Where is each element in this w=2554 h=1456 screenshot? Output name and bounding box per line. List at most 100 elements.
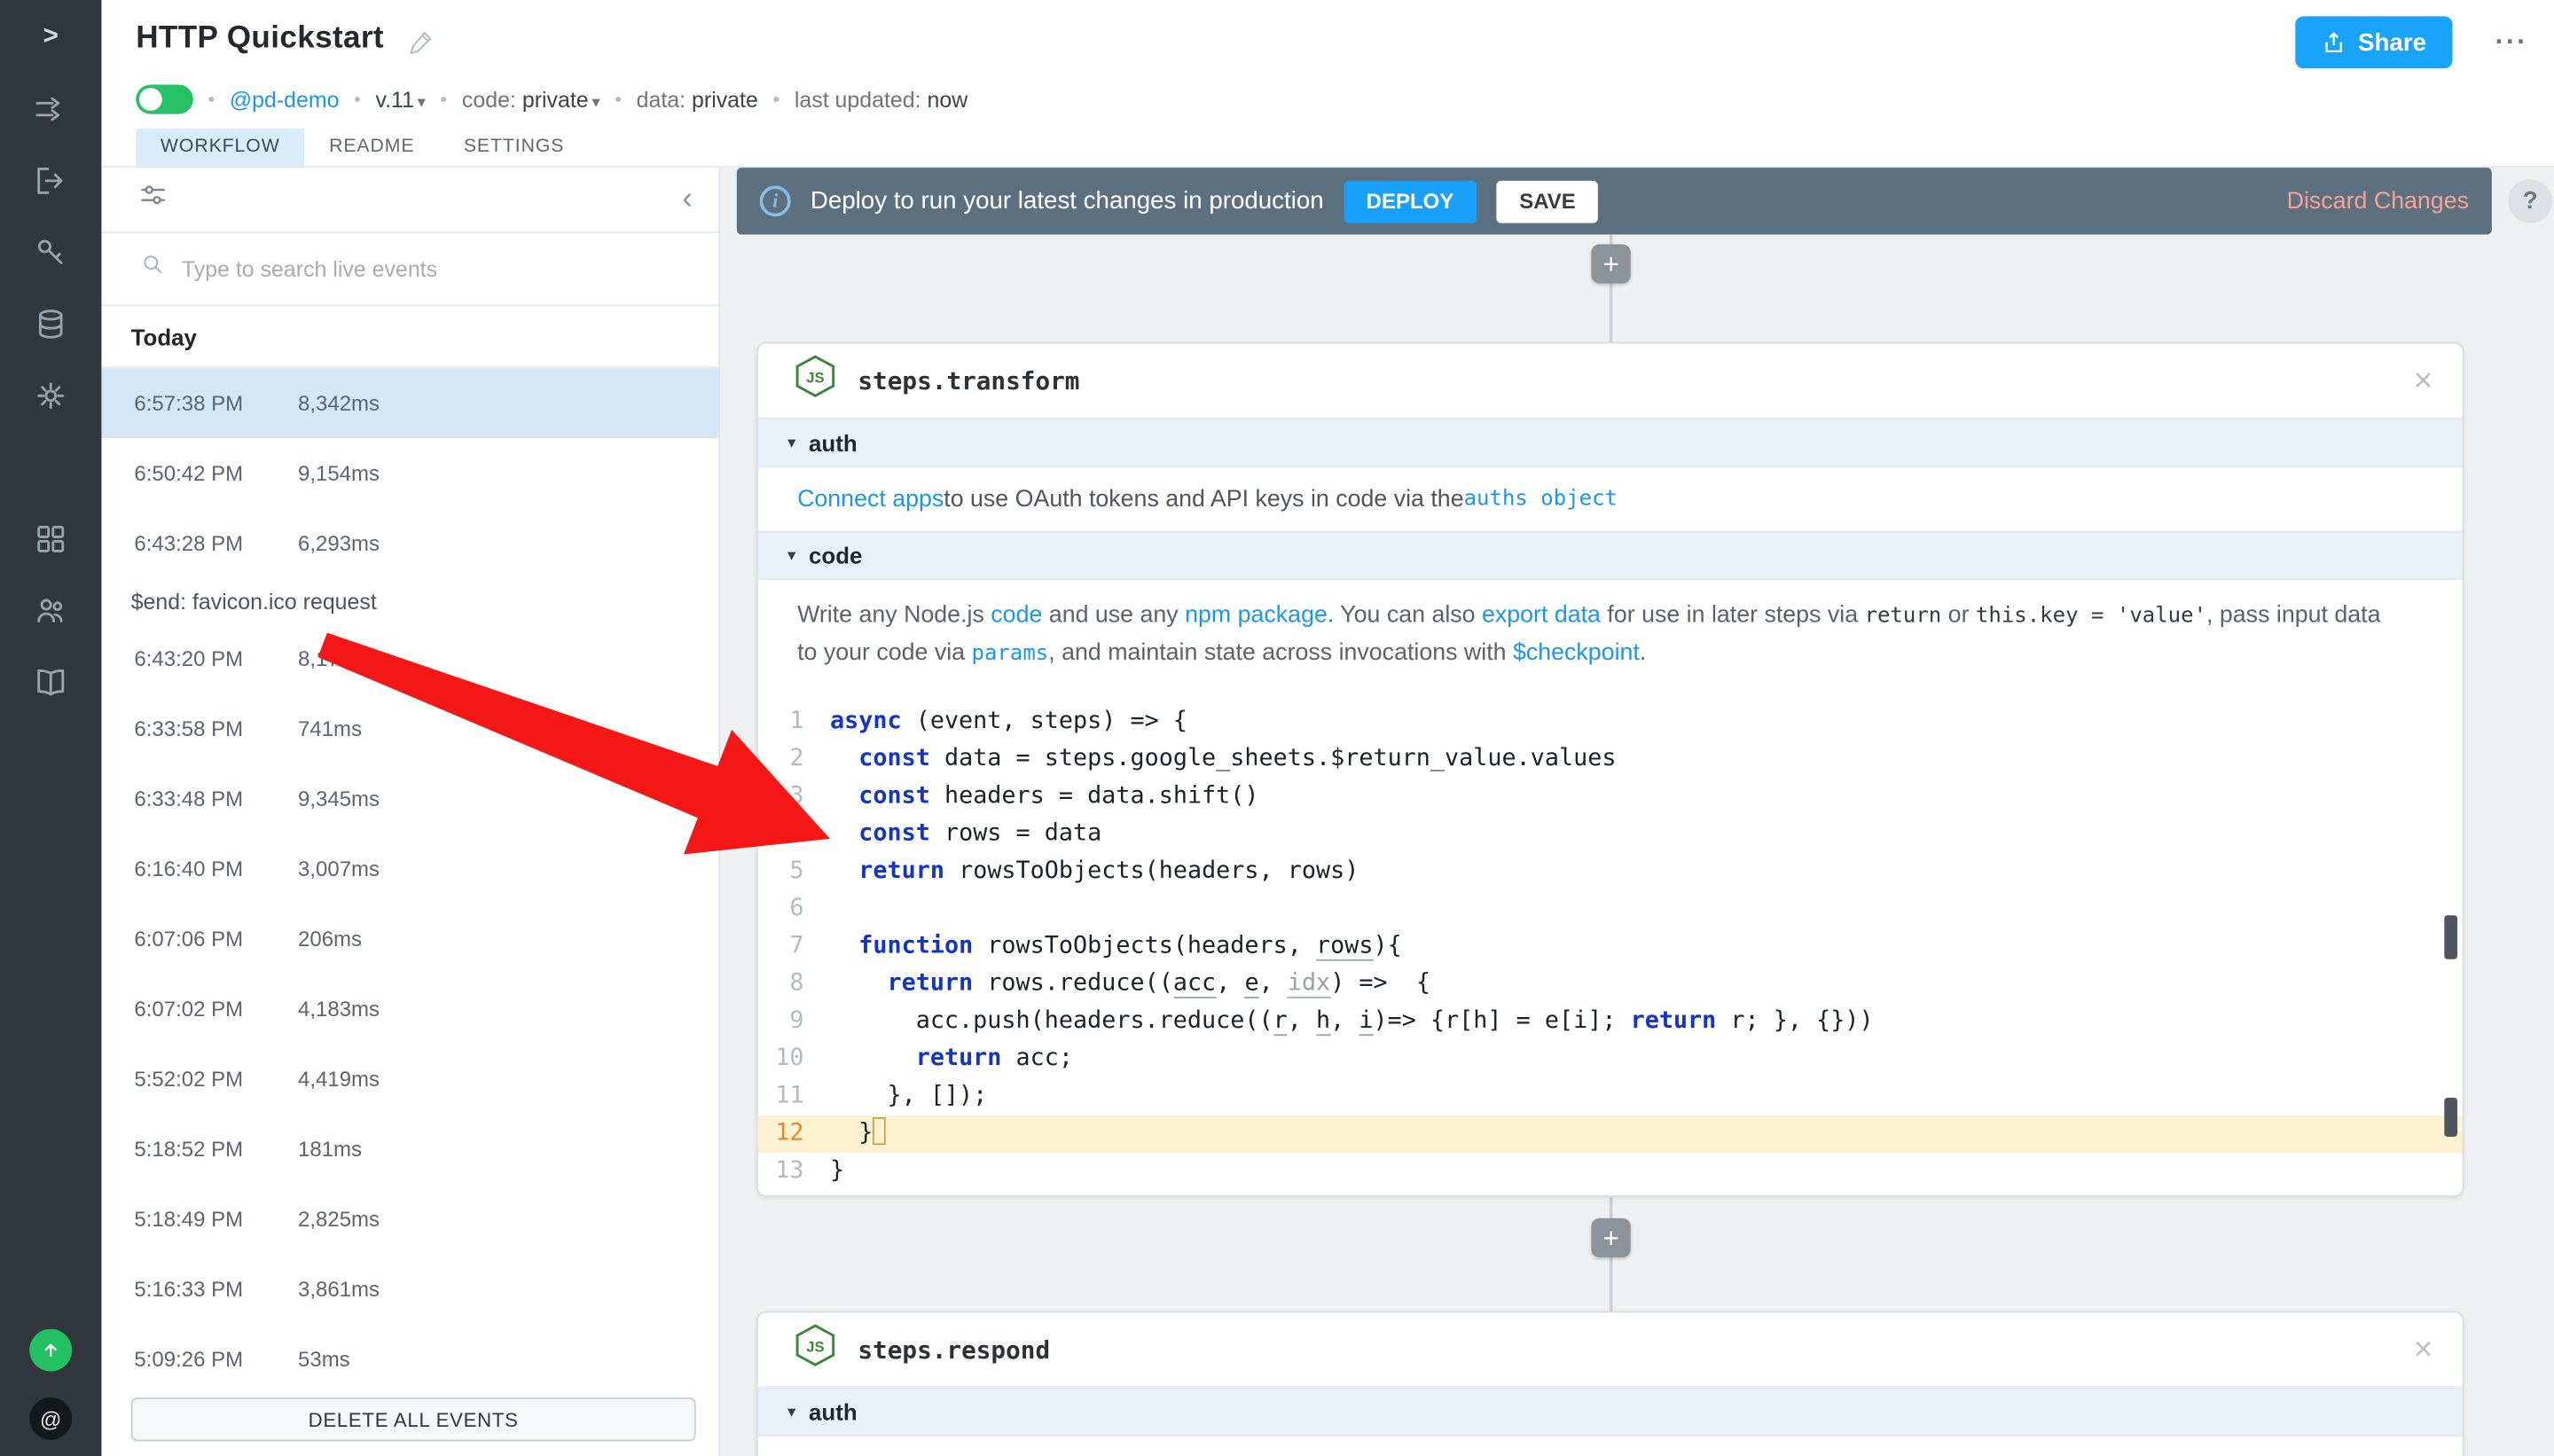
event-row[interactable]: 6:16:40 PM3,007ms: [101, 834, 718, 904]
search-input[interactable]: [182, 256, 693, 281]
auth-section-toggle[interactable]: ▾ auth: [758, 1388, 2463, 1436]
event-row[interactable]: 6:07:06 PM206ms: [101, 904, 718, 974]
event-row[interactable]: 5:52:02 PM4,419ms: [101, 1044, 718, 1114]
collapse-panel-icon[interactable]: ‹: [682, 184, 693, 215]
book-icon[interactable]: [27, 658, 75, 707]
edit-title-icon[interactable]: [407, 27, 435, 63]
database-icon[interactable]: [27, 300, 75, 348]
event-row[interactable]: 6:43:28 PM6,293ms: [101, 508, 718, 578]
code-line: 7 function rowsToObjects(headers, rows){: [758, 928, 2463, 966]
overflow-menu-icon[interactable]: ···: [2495, 26, 2528, 59]
scrollbar-thumb[interactable]: [2444, 915, 2457, 959]
dot-separator: •: [441, 88, 448, 111]
event-row[interactable]: 6:33:58 PM741ms: [101, 693, 718, 763]
workflow-active-toggle[interactable]: [136, 85, 193, 114]
workflow-canvas: i Deploy to run your latest changes in p…: [720, 168, 2554, 1456]
discard-changes-link[interactable]: Discard Changes: [2287, 188, 2469, 214]
delete-all-events-button[interactable]: DELETE ALL EVENTS: [131, 1397, 696, 1442]
last-updated-label: last updated: now: [795, 87, 968, 112]
step-title: steps.transform: [858, 365, 1079, 395]
step-card-transform: JS steps.transform × ▾ auth Connect apps…: [756, 342, 2464, 1197]
app-sidebar: > @: [0, 0, 101, 1456]
code-line: 2 const data = steps.google_sheets.$retu…: [758, 741, 2463, 779]
code-editor[interactable]: 1async (event, steps) => {2 const data =…: [758, 691, 2463, 1197]
close-icon[interactable]: ×: [2414, 364, 2433, 397]
code-line: 10 return acc;: [758, 1041, 2463, 1078]
event-row[interactable]: 6:57:38 PM8,342ms: [101, 368, 718, 438]
add-step-button[interactable]: +: [1591, 1218, 1630, 1257]
chevron-down-icon: ▾: [787, 434, 795, 451]
event-row[interactable]: 6:43:20 PM8,173ms: [101, 623, 718, 693]
code-line: 4 const rows = data: [758, 816, 2463, 853]
info-icon: i: [760, 185, 791, 216]
mentions-icon[interactable]: @: [29, 1397, 72, 1440]
event-row[interactable]: 5:18:52 PM181ms: [101, 1114, 718, 1184]
data-privacy-label: data: private: [637, 87, 758, 112]
code-line: 12 }: [758, 1115, 2463, 1153]
tab-workflow[interactable]: WORKFLOW: [136, 129, 304, 166]
event-row[interactable]: 6:07:02 PM4,183ms: [101, 974, 718, 1044]
code-section-toggle[interactable]: ▾ code: [758, 531, 2463, 580]
deploy-banner-message: Deploy to run your latest changes in pro…: [811, 187, 1324, 215]
workflow-header: HTTP Quickstart Share ··· • @pd-demo • v…: [101, 0, 2554, 168]
tab-readme[interactable]: README: [304, 129, 439, 166]
code-privacy-selector[interactable]: code: private▾: [462, 87, 600, 112]
app-window: > @ HTTP Qui: [0, 0, 2554, 1456]
event-group-header: Today: [101, 306, 718, 368]
version-selector[interactable]: v.11▾: [376, 87, 426, 112]
scrollbar-thumb[interactable]: [2444, 1098, 2457, 1137]
event-row[interactable]: 5:16:33 PM3,861ms: [101, 1254, 718, 1324]
code-line: 5 return rowsToObjects(headers, rows): [758, 853, 2463, 890]
deploy-status-icon[interactable]: [29, 1329, 72, 1372]
code-line: 9 acc.push(headers.reduce((r, h, i)=> {r…: [758, 1003, 2463, 1040]
dot-separator: •: [615, 88, 622, 111]
sign-out-icon[interactable]: [27, 156, 75, 205]
chevron-down-icon: ▾: [591, 94, 599, 112]
share-button[interactable]: Share: [2296, 16, 2453, 68]
code-editor-lines: 1async (event, steps) => {2 const data =…: [758, 703, 2463, 1190]
code-line: 3 const headers = data.shift(): [758, 779, 2463, 816]
step-title: steps.respond: [858, 1335, 1050, 1364]
code-line: 13}: [758, 1153, 2463, 1190]
add-step-button[interactable]: +: [1591, 245, 1630, 284]
filter-icon[interactable]: [137, 180, 168, 219]
workflow-meta-row: • @pd-demo • v.11▾ • code: private▾ • da…: [101, 78, 2554, 121]
sources-icon[interactable]: [27, 85, 75, 134]
editor-scrollbar[interactable]: [2444, 691, 2457, 1197]
code-description: Write any Node.js code and use any npm p…: [758, 580, 2463, 691]
help-button[interactable]: ?: [2508, 179, 2552, 223]
grid-icon[interactable]: [27, 514, 75, 563]
page-title: HTTP Quickstart: [136, 21, 384, 57]
event-row[interactable]: 6:50:42 PM9,154ms: [101, 438, 718, 508]
dot-separator: •: [772, 88, 780, 111]
dot-separator: •: [208, 88, 215, 111]
main-tabs: WORKFLOW README SETTINGS: [136, 129, 589, 166]
event-row[interactable]: 5:18:49 PM2,825ms: [101, 1184, 718, 1254]
org-link[interactable]: @pd-demo: [230, 87, 340, 112]
tab-settings[interactable]: SETTINGS: [439, 129, 589, 166]
gear-icon[interactable]: [27, 372, 75, 420]
terminal-prompt-icon[interactable]: >: [27, 13, 75, 62]
search-icon: [141, 253, 166, 286]
people-icon[interactable]: [27, 586, 75, 635]
code-line: 11 }, []);: [758, 1078, 2463, 1115]
nodejs-icon: JS: [794, 1322, 836, 1376]
key-icon[interactable]: [27, 228, 75, 277]
live-events-panel: ‹ Today 6:57:38 PM8,342ms6:50:42 PM9,154…: [101, 168, 720, 1456]
auth-section-toggle[interactable]: ▾ auth: [758, 419, 2463, 467]
save-button[interactable]: SAVE: [1496, 180, 1598, 223]
auth-description: Connect apps to use OAuth tokens and API…: [758, 467, 2463, 531]
share-button-label: Share: [2358, 28, 2426, 56]
chevron-down-icon: ▾: [787, 1403, 795, 1421]
chevron-down-icon: ▾: [787, 546, 795, 564]
deploy-button[interactable]: DEPLOY: [1344, 180, 1477, 223]
chevron-down-icon: ▾: [418, 94, 426, 112]
event-note: $end: favicon.ico request: [101, 578, 718, 623]
event-row[interactable]: 6:33:48 PM9,345ms: [101, 763, 718, 834]
svg-text:JS: JS: [806, 370, 824, 387]
dot-separator: •: [354, 88, 361, 111]
close-icon[interactable]: ×: [2414, 1333, 2433, 1366]
step-card-respond: JS steps.respond × ▾ auth: [756, 1311, 2464, 1456]
event-row[interactable]: 5:09:26 PM53ms: [101, 1324, 718, 1394]
code-line: 8 return rows.reduce((acc, e, idx) => {: [758, 966, 2463, 1003]
